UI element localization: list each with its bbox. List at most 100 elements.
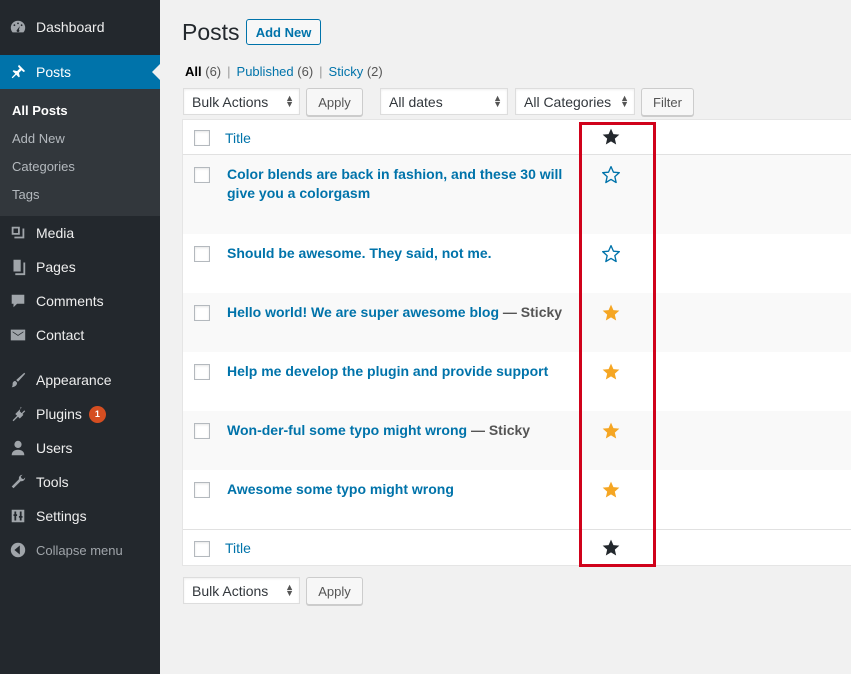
menu-users-label: Users (36, 440, 73, 456)
menu-media-label: Media (36, 225, 75, 241)
posts-table: Title Color blends are back in fashion, … (182, 119, 851, 566)
view-all-count: (6) (205, 64, 222, 79)
view-separator: | (319, 64, 323, 79)
page-title: Posts (182, 19, 240, 45)
view-sticky-count: (2) (366, 64, 383, 79)
sticky-star-outline-icon[interactable] (601, 165, 621, 185)
pin-icon (8, 62, 28, 82)
post-title-link[interactable]: Color blends are back in fashion, and th… (227, 166, 562, 201)
menu-posts-label: Posts (36, 64, 72, 80)
menu-comments-label: Comments (36, 293, 104, 309)
row-checkbox[interactable] (194, 305, 210, 321)
menu-media[interactable]: Media (0, 216, 160, 250)
menu-appearance-label: Appearance (36, 372, 112, 388)
date-filter-select[interactable]: All dates ▲ ▼ (380, 88, 508, 115)
post-title-link[interactable]: Help me develop the plugin and provide s… (227, 363, 548, 379)
menu-pages[interactable]: Pages (0, 250, 160, 284)
bulk-actions-value-bottom: Bulk Actions (192, 582, 269, 599)
menu-tools-label: Tools (36, 474, 69, 490)
submenu-all-posts[interactable]: All Posts (12, 103, 68, 118)
post-state-label: — Sticky (470, 422, 531, 438)
menu-comments[interactable]: Comments (0, 284, 160, 318)
collapse-menu-button[interactable]: Collapse menu (0, 533, 160, 567)
menu-contact[interactable]: Contact (0, 318, 160, 352)
view-sticky-link[interactable]: Sticky (2) (329, 64, 383, 79)
menu-pages-label: Pages (36, 259, 76, 275)
post-title-cell: Hello world! We are super awesome blog —… (227, 303, 582, 322)
apply-button-bottom[interactable]: Apply (306, 577, 363, 605)
post-title-link[interactable]: Awesome some typo might wrong (227, 481, 454, 497)
bulk-actions-select[interactable]: Bulk Actions ▲ ▼ (183, 88, 300, 115)
settings-icon (8, 506, 28, 526)
post-title-link[interactable]: Hello world! We are super awesome blog (227, 304, 499, 320)
row-checkbox[interactable] (194, 167, 210, 183)
view-published-count: (6) (297, 64, 314, 79)
menu-posts[interactable]: Posts (0, 55, 160, 89)
add-new-button[interactable]: Add New (246, 19, 321, 45)
posts-submenu: All Posts Add New Categories Tags (0, 89, 160, 216)
menu-tools[interactable]: Tools (0, 465, 160, 499)
users-icon (8, 438, 28, 458)
menu-settings-label: Settings (36, 508, 87, 524)
filter-button[interactable]: Filter (641, 88, 694, 116)
sticky-star-filled-icon[interactable] (601, 303, 621, 323)
view-published-label: Published (236, 64, 294, 79)
select-caret-icon: ▲ ▼ (285, 93, 294, 109)
column-title-footer[interactable]: Title (225, 540, 251, 556)
select-caret-icon: ▲ ▼ (285, 582, 294, 598)
select-all-checkbox[interactable] (194, 130, 210, 146)
view-all-label: All (185, 64, 202, 79)
post-title-cell: Help me develop the plugin and provide s… (227, 362, 582, 381)
view-published-link[interactable]: Published (6) (237, 64, 314, 79)
wrench-icon (8, 472, 28, 492)
mail-icon (8, 325, 28, 345)
table-row: Awesome some typo might wrong (183, 470, 851, 529)
row-checkbox[interactable] (194, 482, 210, 498)
table-row: Should be awesome. They said, not me. (183, 234, 851, 293)
table-row: Won-der-ful some typo might wrong — Stic… (183, 411, 851, 470)
table-row: Help me develop the plugin and provide s… (183, 352, 851, 411)
menu-dashboard[interactable]: Dashboard (0, 10, 160, 44)
bulk-actions-value: Bulk Actions (192, 93, 269, 110)
sticky-star-filled-icon[interactable] (601, 362, 621, 382)
submenu-categories[interactable]: Categories (12, 159, 75, 174)
collapse-menu-label: Collapse menu (36, 542, 123, 558)
paintbrush-icon (8, 370, 28, 390)
menu-contact-label: Contact (36, 327, 85, 343)
sticky-star-filled-icon[interactable] (601, 480, 621, 500)
table-header-row: Title (183, 120, 851, 154)
column-title-header[interactable]: Title (225, 130, 251, 146)
view-sticky-label: Sticky (328, 64, 364, 79)
plugin-icon (8, 404, 28, 424)
table-row: Color blends are back in fashion, and th… (183, 155, 851, 234)
post-title-link[interactable]: Won-der-ful some typo might wrong (227, 422, 467, 438)
date-filter-value: All dates (389, 93, 443, 110)
sticky-star-filled-icon[interactable] (601, 421, 621, 441)
row-checkbox[interactable] (194, 364, 210, 380)
view-all-link[interactable]: All (6) (185, 64, 221, 79)
post-title-cell: Won-der-ful some typo might wrong — Stic… (227, 421, 582, 440)
dashboard-icon (8, 17, 28, 37)
media-icon (8, 223, 28, 243)
sticky-star-outline-icon[interactable] (601, 244, 621, 264)
post-title-link[interactable]: Should be awesome. They said, not me. (227, 245, 492, 261)
submenu-tags[interactable]: Tags (12, 187, 39, 202)
category-filter-select[interactable]: All Categories ▲ ▼ (515, 88, 635, 115)
menu-settings[interactable]: Settings (0, 499, 160, 533)
menu-users[interactable]: Users (0, 431, 160, 465)
submenu-add-new[interactable]: Add New (12, 131, 65, 146)
select-all-checkbox-footer[interactable] (194, 541, 210, 557)
comment-icon (8, 291, 28, 311)
sticky-column-star-icon-footer[interactable] (601, 538, 621, 558)
pages-icon (8, 257, 28, 277)
post-title-cell: Awesome some typo might wrong (227, 480, 582, 499)
row-checkbox[interactable] (194, 423, 210, 439)
row-checkbox[interactable] (194, 246, 210, 262)
apply-button[interactable]: Apply (306, 88, 363, 116)
menu-plugins[interactable]: Plugins 1 (0, 397, 160, 431)
sticky-column-star-icon[interactable] (601, 127, 621, 147)
table-footer-row: Title (183, 530, 851, 566)
menu-appearance[interactable]: Appearance (0, 363, 160, 397)
bulk-actions-select-bottom[interactable]: Bulk Actions ▲ ▼ (183, 577, 300, 604)
plugin-update-badge: 1 (88, 405, 106, 423)
